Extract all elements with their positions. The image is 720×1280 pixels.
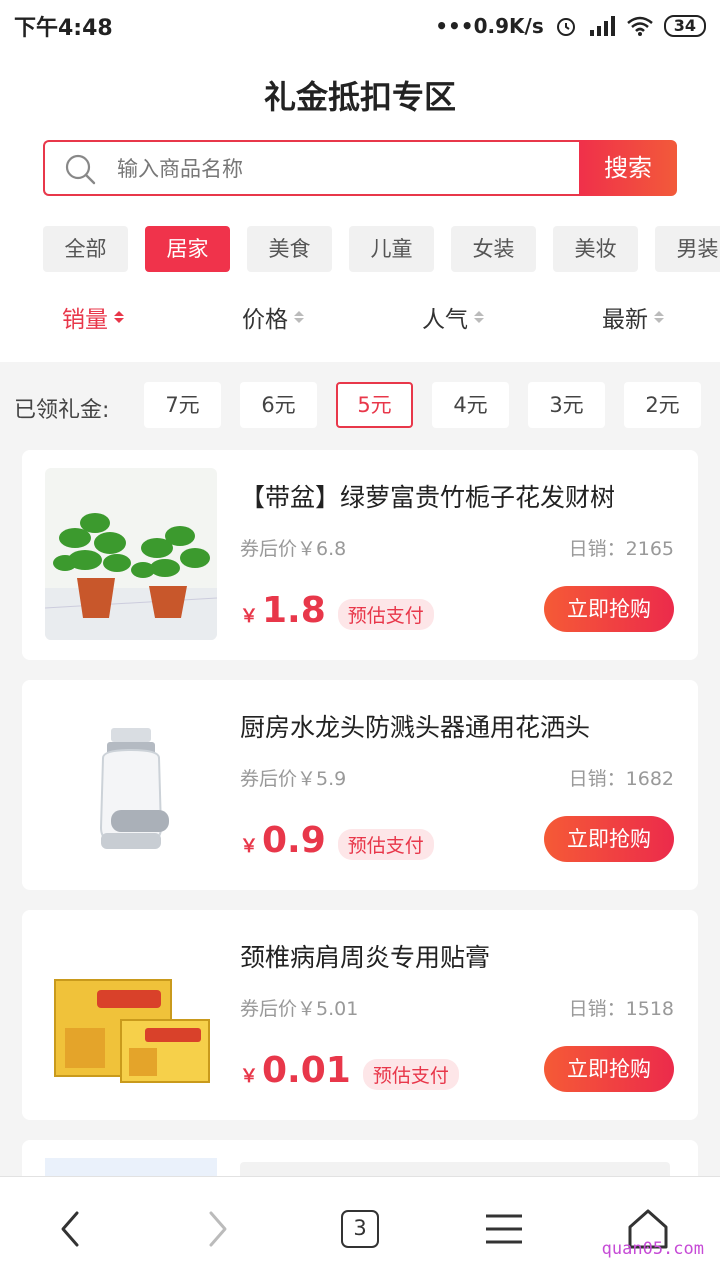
category-tab-kids[interactable]: 儿童 — [349, 226, 434, 272]
product-image-patch-box[interactable] — [45, 928, 217, 1100]
price-value: 0.9 — [262, 820, 326, 861]
sort-newest-label: 最新 — [602, 307, 648, 333]
alarm-icon — [556, 18, 575, 36]
back-button[interactable] — [44, 1203, 96, 1255]
category-tab-home[interactable]: 居家 — [145, 226, 230, 272]
sort-arrows-icon — [474, 311, 484, 323]
menu-icon — [486, 1214, 522, 1244]
after-coupon-price: 券后价￥5.01 — [240, 998, 359, 1020]
tabs-button[interactable]: 3 — [334, 1203, 386, 1255]
chevron-left-icon — [61, 1211, 79, 1247]
sort-newest[interactable]: 最新 — [602, 300, 664, 334]
daily-sales: 日销：1518 — [568, 998, 674, 1020]
daily-sales: 日销：1682 — [568, 768, 674, 790]
sort-arrows-icon — [294, 311, 304, 323]
coupon-option-6[interactable]: 6元 — [240, 382, 317, 428]
forward-button[interactable] — [192, 1203, 244, 1255]
coupon-option-2[interactable]: 2元 — [624, 382, 701, 428]
chevron-right-icon — [209, 1211, 227, 1247]
wifi-icon — [626, 16, 653, 36]
product-title[interactable]: 【带盆】绿萝富贵竹栀子花发财树 — [240, 478, 615, 514]
coupon-option-5[interactable]: 5元 — [336, 382, 413, 428]
coupon-option-4[interactable]: 4元 — [432, 382, 509, 428]
estimated-pay-tag: 预估支付 — [362, 1059, 459, 1090]
coupon-option-3[interactable]: 3元 — [528, 382, 605, 428]
yen-symbol: ￥ — [240, 606, 258, 627]
coupon-option-7[interactable]: 7元 — [144, 382, 221, 428]
search-icon — [65, 154, 96, 185]
yen-symbol: ￥ — [240, 1066, 258, 1087]
category-tab-men[interactable]: 男装 — [655, 226, 720, 272]
estimated-pay-tag: 预估支付 — [337, 829, 434, 860]
status-bar: 下午4:48 •••0.9K/s 34 — [0, 0, 720, 52]
category-tab-beauty[interactable]: 美妆 — [553, 226, 638, 272]
product-card[interactable]: 【带盆】绿萝富贵竹栀子花发财树 券后价￥6.8 日销：2165 ￥ 1.8 预估… — [22, 450, 698, 660]
category-tab-food[interactable]: 美食 — [247, 226, 332, 272]
menu-button[interactable] — [478, 1203, 530, 1255]
final-price: ￥ 1.8 预估支付 — [240, 590, 434, 631]
product-title[interactable]: 颈椎病肩周炎专用贴膏 — [240, 938, 490, 974]
after-coupon-price: 券后价￥6.8 — [240, 538, 347, 560]
product-title[interactable]: 厨房水龙头防溅头器通用花洒头 — [240, 708, 590, 744]
category-tabs: 全部 居家 美食 儿童 女装 美妆 男装 — [43, 226, 720, 272]
sort-price-label: 价格 — [242, 307, 288, 333]
yen-symbol: ￥ — [240, 836, 258, 857]
sort-popularity-label: 人气 — [422, 307, 468, 333]
battery-indicator: 34 — [663, 15, 706, 37]
signal-icon — [589, 16, 615, 36]
header: 礼金抵扣专区 搜索 全部居家美食儿童女装美妆男装 销量 价格 人气 最新 — [0, 52, 720, 362]
daily-sales: 日销：2165 — [568, 538, 674, 560]
sort-popularity[interactable]: 人气 — [422, 300, 484, 334]
buy-now-button[interactable]: 立即抢购 — [544, 1046, 674, 1092]
sort-sales-label: 销量 — [62, 307, 108, 333]
sort-sales[interactable]: 销量 — [62, 300, 124, 334]
after-coupon-price: 券后价￥5.9 — [240, 768, 347, 790]
buy-now-button[interactable]: 立即抢购 — [544, 816, 674, 862]
network-speed: •••0.9K/s — [435, 14, 544, 38]
final-price: ￥ 0.9 预估支付 — [240, 820, 434, 861]
category-tab-all[interactable]: 全部 — [43, 226, 128, 272]
product-image-plants[interactable] — [45, 468, 217, 640]
tab-count: 3 — [341, 1210, 379, 1248]
sort-price[interactable]: 价格 — [242, 300, 304, 334]
coupon-filter: 已领礼金: 7元 6元 5元 4元 3元 2元 — [0, 382, 720, 430]
search-box[interactable] — [43, 140, 583, 196]
status-time: 下午4:48 — [14, 16, 113, 41]
price-value: 0.01 — [262, 1050, 351, 1091]
final-price: ￥ 0.01 预估支付 — [240, 1050, 459, 1091]
search-bar: 搜索 — [43, 140, 677, 196]
page-title: 礼金抵扣专区 — [263, 78, 456, 116]
bottom-navigation: 3 quan05.com — [0, 1176, 720, 1280]
coupon-label: 已领礼金: — [14, 398, 110, 423]
product-image-faucet[interactable] — [45, 698, 217, 870]
sort-bar: 销量 价格 人气 最新 — [0, 300, 720, 344]
product-card[interactable]: 厨房水龙头防溅头器通用花洒头 券后价￥5.9 日销：1682 ￥ 0.9 预估支… — [22, 680, 698, 890]
price-value: 1.8 — [262, 590, 326, 631]
category-tab-women[interactable]: 女装 — [451, 226, 536, 272]
search-button[interactable]: 搜索 — [579, 140, 677, 196]
sort-arrows-icon — [654, 311, 664, 323]
search-input[interactable] — [117, 154, 557, 184]
product-card[interactable]: 颈椎病肩周炎专用贴膏 券后价￥5.01 日销：1518 ￥ 0.01 预估支付 … — [22, 910, 698, 1120]
buy-now-button[interactable]: 立即抢购 — [544, 586, 674, 632]
status-icons: •••0.9K/s 34 — [435, 14, 706, 38]
watermark: quan05.com — [601, 1239, 704, 1259]
sort-arrows-icon — [114, 311, 124, 323]
estimated-pay-tag: 预估支付 — [337, 599, 434, 630]
